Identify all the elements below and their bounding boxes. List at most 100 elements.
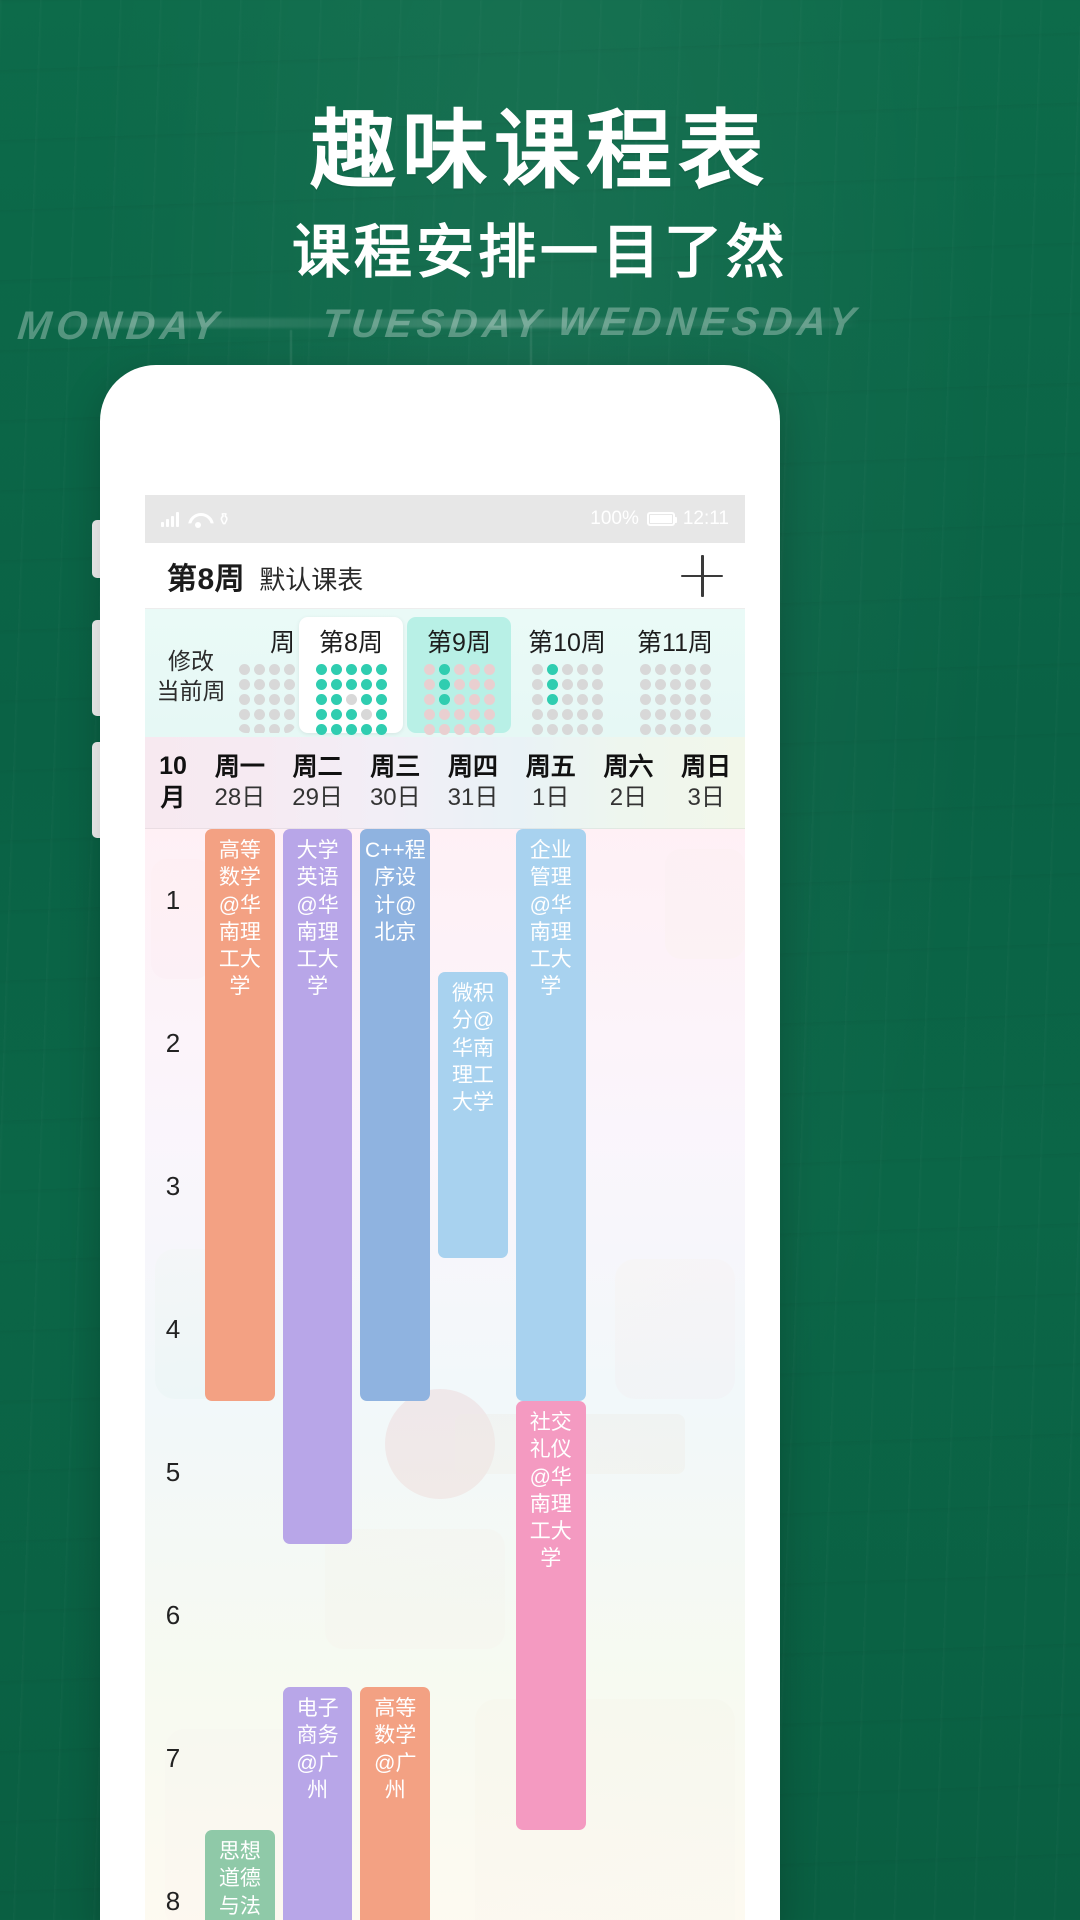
- week-dot: [654, 724, 666, 735]
- week-card-3[interactable]: 第10周: [515, 617, 619, 735]
- week-dot: [375, 664, 387, 675]
- week-selector[interactable]: 修改 当前周 周第8周第9周(本周) 第10周 第11周: [145, 609, 745, 737]
- course-column-0[interactable]: 高等数学@华南理工大学思想道德与法治知识: [201, 829, 279, 1920]
- course-block[interactable]: 大学英语@华南理工大学: [282, 829, 353, 1544]
- day-header-2: 周三 30日: [356, 752, 434, 813]
- battery-percent-label: 100%: [590, 508, 639, 529]
- week-progress-dots: [423, 664, 495, 735]
- week-dot: [531, 709, 543, 720]
- period-2: 2: [165, 1028, 181, 1058]
- period-number-column: 1 2 3 4 5 6 7 8: [145, 829, 201, 1920]
- wifi-icon: [188, 512, 208, 528]
- week-dot: [438, 694, 450, 705]
- week-dot: [345, 709, 357, 720]
- week-dot: [330, 724, 342, 735]
- month-character: 月: [160, 783, 186, 812]
- week-dot: [561, 709, 573, 720]
- week-dot: [576, 664, 588, 675]
- week-dot: [699, 709, 711, 720]
- status-bar-time: 12:11: [682, 508, 729, 529]
- week-dot: [438, 679, 450, 690]
- week-dot: [269, 679, 280, 690]
- week-dot: [284, 679, 295, 690]
- modify-current-week-button[interactable]: 修改 当前周: [145, 617, 237, 737]
- date-label: 2日: [609, 784, 648, 812]
- week-dot: [561, 694, 573, 705]
- week-card-1[interactable]: 第8周: [299, 617, 403, 735]
- week-dot: [639, 724, 651, 735]
- week-dot: [591, 679, 603, 690]
- week-dot: [315, 679, 327, 690]
- week-dot: [239, 664, 250, 675]
- week-dot: [284, 709, 295, 720]
- day-header-4: 周五 1日: [512, 752, 590, 813]
- course-column-6[interactable]: [667, 829, 745, 1920]
- week-dot: [375, 709, 387, 720]
- course-block[interactable]: 社交礼仪@华南理工大学: [515, 1401, 586, 1830]
- course-block[interactable]: 企业管理@华南理工大学: [515, 829, 586, 1401]
- week-dot: [561, 679, 573, 690]
- week-dot: [684, 724, 696, 735]
- week-dot: [239, 709, 250, 720]
- week-dot: [239, 694, 250, 705]
- week-progress-dots: [315, 664, 387, 735]
- week-card-label: 第11周: [637, 629, 713, 657]
- week-dot: [468, 724, 480, 735]
- course-column-4[interactable]: 企业管理@华南理工大学 社交礼仪@华南理工大学: [512, 829, 590, 1920]
- course-block[interactable]: 微积分@华南理工大学: [438, 972, 508, 1258]
- week-dot: [654, 679, 666, 690]
- week-dot: [269, 709, 280, 720]
- week-dot: [269, 694, 280, 705]
- week-dot: [654, 664, 666, 675]
- week-dot: [684, 694, 696, 705]
- week-dot: [360, 724, 372, 735]
- usb-icon: ⚱: [217, 509, 232, 529]
- course-block[interactable]: 电子商务@广州: [282, 1687, 353, 1920]
- week-dot: [639, 679, 651, 690]
- course-block[interactable]: 高等数学@广州: [360, 1687, 431, 1920]
- week-dot: [531, 694, 543, 705]
- week-dot: [669, 709, 681, 720]
- plus-icon[interactable]: [681, 554, 723, 597]
- week-dot: [360, 709, 372, 720]
- week-dot: [254, 724, 265, 733]
- week-dot: [468, 664, 480, 675]
- week-dot: [284, 664, 295, 675]
- week-card-2[interactable]: 第9周(本周): [407, 617, 511, 735]
- week-dot: [576, 724, 588, 735]
- week-card-4[interactable]: 第11周: [623, 617, 727, 735]
- schedule-grid[interactable]: 12345678 高等数学@华南理工大学思想道德与法治知识大学英语@华南理工大学…: [145, 829, 745, 1920]
- course-column-5[interactable]: [590, 829, 668, 1920]
- week-dot: [591, 694, 603, 705]
- period-7: 7: [165, 1743, 181, 1773]
- week-dot: [254, 679, 265, 690]
- week-dot: [546, 679, 558, 690]
- week-dot: [468, 679, 480, 690]
- week-dot: [453, 724, 465, 735]
- week-dot: [669, 664, 681, 675]
- week-dot: [483, 709, 495, 720]
- course-block[interactable]: 高等数学@华南理工大学: [205, 829, 275, 1401]
- course-block[interactable]: C++程序设计@北京: [360, 829, 431, 1401]
- week-dot: [576, 709, 588, 720]
- course-columns[interactable]: 高等数学@华南理工大学思想道德与法治知识大学英语@华南理工大学电子商务@广州C+…: [201, 829, 745, 1920]
- course-column-2[interactable]: C++程序设计@北京高等数学@广州: [356, 829, 434, 1920]
- date-label: 30日: [369, 784, 421, 812]
- week-dot: [669, 694, 681, 705]
- phone-mockup: ⚱ 100% 12:11 第8周 默认课表 修改 当前周 周第8周第9周(本周)…: [100, 365, 780, 1920]
- week-card-0[interactable]: 周: [237, 617, 295, 733]
- course-block[interactable]: 思想道德与法治知识: [205, 1830, 275, 1920]
- course-column-1[interactable]: 大学英语@华南理工大学电子商务@广州: [279, 829, 357, 1920]
- week-card-list[interactable]: 周第8周第9周(本周) 第10周 第11周: [237, 617, 745, 737]
- week-dot: [546, 724, 558, 735]
- week-dot: [561, 664, 573, 675]
- schedule-name-label[interactable]: 默认课表: [259, 560, 363, 597]
- week-dot: [254, 694, 265, 705]
- period-5: 5: [165, 1457, 181, 1487]
- week-dot: [438, 709, 450, 720]
- page-subtitle: 课程安排一目了然: [291, 220, 788, 285]
- week-dot: [315, 694, 327, 705]
- course-column-3[interactable]: 微积分@华南理工大学: [434, 829, 512, 1920]
- week-dot: [269, 724, 280, 733]
- week-dot: [375, 694, 387, 705]
